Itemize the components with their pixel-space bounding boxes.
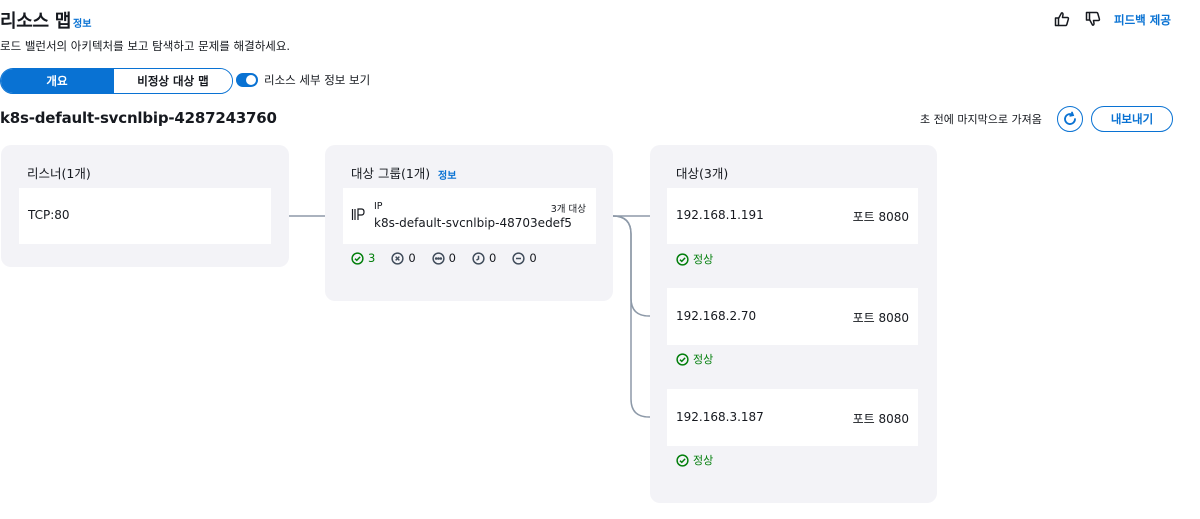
pending-count: 0 (432, 251, 456, 265)
listener-protocol-port: TCP:80 (28, 208, 70, 222)
target-group-target-count: 3개 대상 (550, 204, 586, 215)
healthy-icon (351, 251, 364, 265)
target-port: 포트 8080 (852, 210, 909, 224)
listener-card[interactable]: TCP:80 (19, 188, 271, 244)
target-status-summary: 3 0 0 0 0 (351, 251, 537, 265)
healthy-count: 3 (351, 251, 375, 265)
target-card[interactable]: 192.168.3.187 포트 8080 (667, 389, 918, 446)
healthy-icon (676, 352, 689, 366)
target-card[interactable]: 192.168.1.191 포트 8080 (667, 188, 918, 244)
target-group-type: IP (374, 201, 383, 212)
pending-icon (432, 251, 445, 265)
ip-type-icon (351, 208, 365, 221)
target-card[interactable]: 192.168.2.70 포트 8080 (667, 288, 918, 345)
target-group-card[interactable]: IP 3개 대상 k8s-default-svcnlbip-48703edef5 (343, 188, 596, 244)
target-ip: 192.168.3.187 (676, 410, 764, 424)
unhealthy-icon (391, 251, 404, 265)
listeners-panel: 리스너(1개) TCP:80 (1, 145, 289, 267)
targets-title: 대상(3개) (676, 166, 729, 181)
healthy-icon (676, 252, 689, 266)
target-port: 포트 8080 (852, 311, 909, 325)
target-health-status: 정상 (676, 452, 713, 468)
target-groups-info-link[interactable]: 정보 (438, 167, 456, 182)
target-health-status: 정상 (676, 351, 713, 367)
target-group-name: k8s-default-svcnlbip-48703edef5 (374, 216, 572, 230)
target-ip: 192.168.2.70 (676, 309, 757, 323)
healthy-icon (676, 453, 689, 467)
target-health-status: 정상 (676, 251, 713, 267)
target-groups-title: 대상 그룹(1개) (351, 166, 431, 181)
listeners-title: 리스너(1개) (27, 166, 91, 181)
unused-icon (512, 251, 525, 265)
target-groups-panel: 대상 그룹(1개) 정보 IP 3개 대상 k8s-default-svcnlb… (325, 145, 613, 301)
clock-icon (472, 251, 485, 265)
target-ip: 192.168.1.191 (676, 208, 764, 222)
unused-count: 0 (512, 251, 537, 265)
targets-panel: 대상(3개) 192.168.1.191 포트 8080 정상 192.168.… (650, 145, 937, 503)
draining-count: 0 (472, 251, 496, 265)
target-port: 포트 8080 (852, 412, 909, 426)
unhealthy-count: 0 (391, 251, 416, 265)
